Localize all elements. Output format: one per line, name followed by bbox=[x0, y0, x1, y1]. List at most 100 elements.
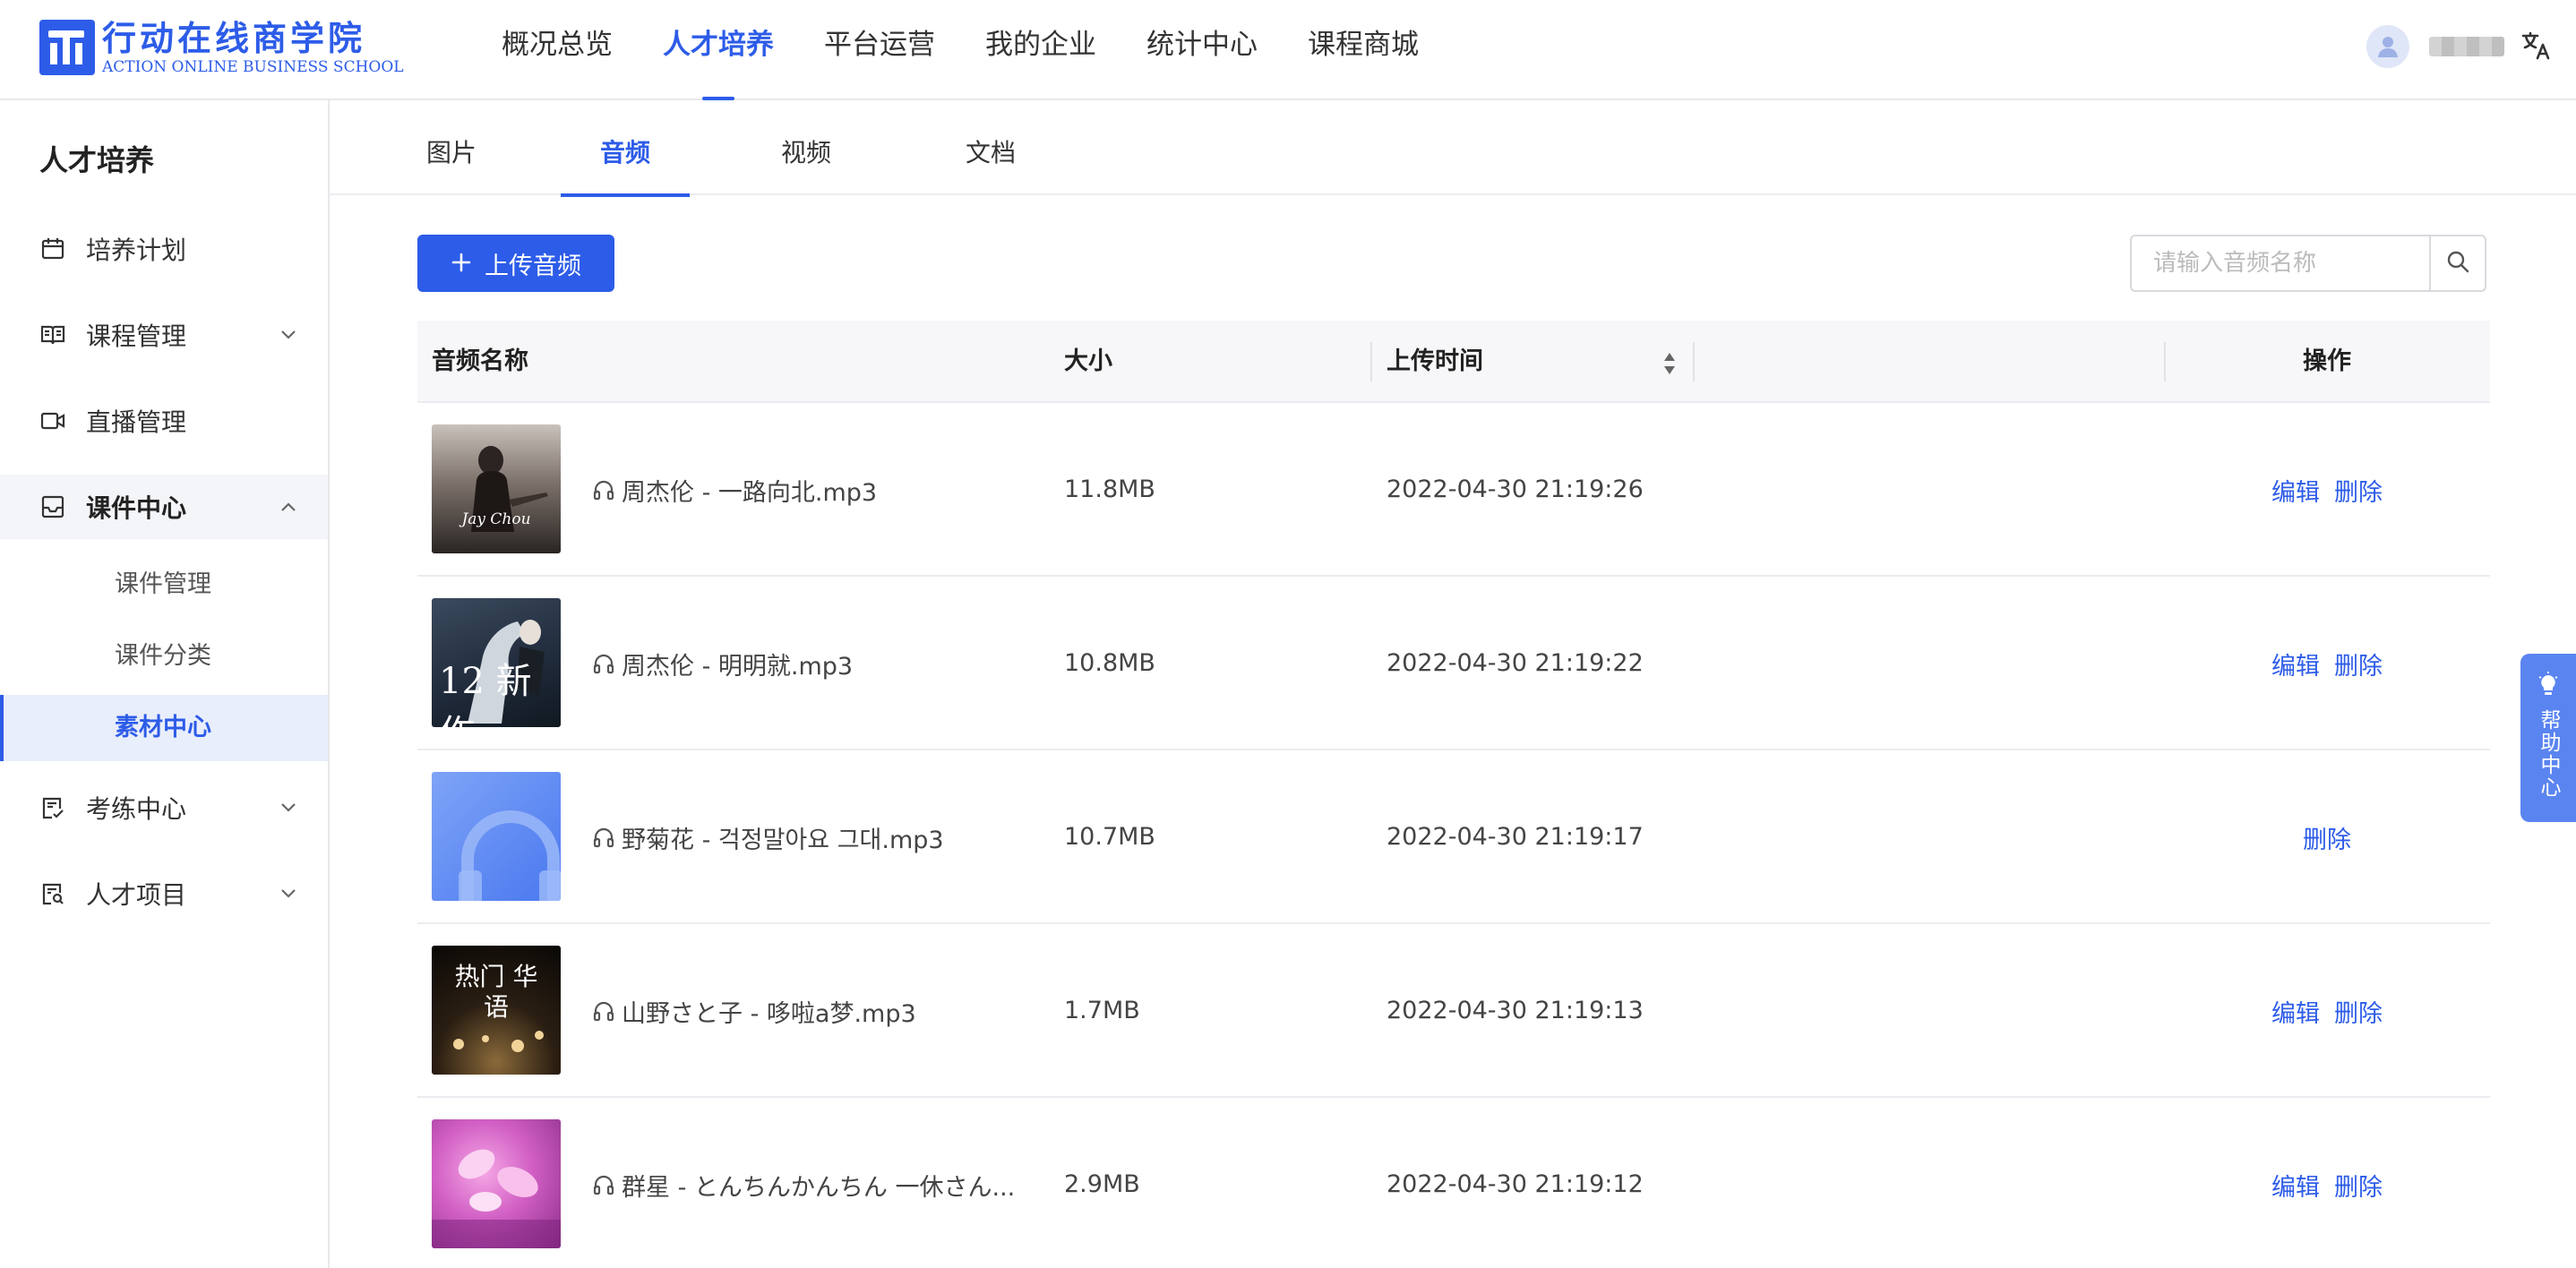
search-button[interactable] bbox=[2429, 236, 2485, 290]
brand-logo-mark-icon bbox=[39, 20, 95, 75]
sidebar-item-label: 直播管理 bbox=[86, 407, 187, 437]
table-header: 音频名称 大小 上传时间 操作 bbox=[417, 321, 2490, 403]
audio-name: 野菊花 - 걱정말아요 그대.mp3 bbox=[622, 826, 944, 854]
chevron-down-icon bbox=[276, 881, 301, 906]
sidebar-item-course-management[interactable]: 课程管理 bbox=[0, 303, 328, 367]
top-navigation-bar: 行动在线商学院 ACTION ONLINE BUSINESS SCHOOL 概况… bbox=[0, 0, 2576, 100]
translate-icon[interactable] bbox=[2520, 30, 2551, 69]
edit-button[interactable]: 编辑 bbox=[2271, 473, 2320, 508]
sidebar-subitem-courseware-category[interactable]: 课件分类 bbox=[0, 623, 328, 690]
chevron-up-icon bbox=[276, 494, 301, 519]
book-icon bbox=[39, 321, 66, 348]
plus-icon bbox=[451, 250, 472, 277]
album-cover-image: 热门 华语 bbox=[432, 946, 561, 1075]
sidebar-item-training-plan[interactable]: 培养计划 bbox=[0, 217, 328, 281]
nav-item-my-enterprise[interactable]: 我的企业 bbox=[985, 0, 1096, 100]
sidebar-item-label: 人才项目 bbox=[86, 880, 187, 910]
sidebar-subitem-courseware-management[interactable]: 课件管理 bbox=[0, 552, 328, 618]
album-cover-title: 12 新作 bbox=[439, 661, 532, 727]
brand-logo[interactable]: 行动在线商学院 ACTION ONLINE BUSINESS SCHOOL bbox=[39, 18, 404, 77]
audio-upload-time: 2022-04-30 21:19:17 bbox=[1387, 823, 1644, 851]
audio-size: 2.9MB bbox=[1064, 1170, 1140, 1198]
audio-upload-time: 2022-04-30 21:19:26 bbox=[1387, 476, 1644, 503]
tab-video[interactable]: 视频 bbox=[754, 100, 858, 195]
album-cover-image: Jay Chou bbox=[432, 424, 561, 553]
brand-name-cn: 行动在线商学院 bbox=[102, 19, 366, 58]
tab-documents[interactable]: 文档 bbox=[939, 100, 1043, 195]
main-content: 图片 音频 视频 文档 上传音频 音频名称 大小 上传时间 操作 bbox=[330, 100, 2576, 1268]
chevron-down-icon bbox=[276, 322, 301, 347]
audio-name: 群星 - とんちんかんちん 一休さん... bbox=[622, 1173, 1016, 1202]
audio-size: 1.7MB bbox=[1064, 997, 1140, 1024]
username-redacted[interactable] bbox=[2429, 37, 2504, 56]
delete-button[interactable]: 删除 bbox=[2334, 994, 2383, 1029]
audio-name: 山野さと子 - 哆啦a梦.mp3 bbox=[622, 999, 916, 1028]
headphones-icon bbox=[593, 827, 614, 848]
sidebar-item-label: 考练中心 bbox=[86, 794, 187, 824]
headphones-icon bbox=[593, 479, 614, 501]
upload-audio-button[interactable]: 上传音频 bbox=[417, 235, 614, 292]
column-header-upload-time[interactable]: 上传时间 bbox=[1387, 321, 1483, 403]
delete-button[interactable]: 删除 bbox=[2303, 820, 2351, 855]
audio-size: 10.7MB bbox=[1064, 823, 1155, 851]
sidebar-item-courseware-center[interactable]: 课件中心 bbox=[0, 475, 328, 539]
audio-upload-time: 2022-04-30 21:19:22 bbox=[1387, 649, 1644, 677]
edit-button[interactable]: 编辑 bbox=[2271, 1168, 2320, 1203]
sidebar-item-label: 课程管理 bbox=[86, 321, 187, 351]
sort-icon[interactable] bbox=[1662, 351, 1677, 376]
nav-item-statistics[interactable]: 统计中心 bbox=[1146, 0, 1258, 100]
help-center-label: 帮助中心 bbox=[2537, 709, 2560, 799]
album-cover-image bbox=[432, 1119, 561, 1248]
sidebar-item-live-management[interactable]: 直播管理 bbox=[0, 389, 328, 453]
album-cover-title: 热门 华语 bbox=[454, 962, 538, 1022]
sidebar: 人才培养 培养计划 课程管理 直播管理 课件中心 课件管理 课件分类 素材中心 bbox=[0, 100, 330, 1268]
brand-name-en: ACTION ONLINE BUSINESS SCHOOL bbox=[102, 58, 404, 76]
nav-item-overview[interactable]: 概况总览 bbox=[502, 0, 613, 100]
audio-size: 11.8MB bbox=[1064, 476, 1155, 503]
audio-upload-time: 2022-04-30 21:19:13 bbox=[1387, 997, 1644, 1024]
audio-search-input[interactable] bbox=[2132, 236, 2431, 290]
audio-name: 周杰伦 - 明明就.mp3 bbox=[622, 652, 854, 681]
default-audio-cover-image bbox=[432, 772, 561, 901]
user-avatar-icon[interactable] bbox=[2366, 25, 2409, 68]
delete-button[interactable]: 删除 bbox=[2334, 1168, 2383, 1203]
delete-button[interactable]: 删除 bbox=[2334, 647, 2383, 681]
album-cover-image: 12 新作 bbox=[432, 598, 561, 727]
inbox-icon bbox=[39, 493, 66, 520]
help-center-button[interactable]: 帮助中心 bbox=[2520, 654, 2576, 822]
column-header-size: 大小 bbox=[1064, 347, 1112, 375]
exam-icon bbox=[39, 794, 66, 821]
tab-images[interactable]: 图片 bbox=[399, 100, 503, 195]
sidebar-title: 人才培养 bbox=[39, 143, 155, 177]
column-header-operations: 操作 bbox=[2303, 347, 2351, 375]
table-row: 群星 - とんちんかんちん 一休さん... 2.9MB 2022-04-30 2… bbox=[417, 1098, 2490, 1268]
project-icon bbox=[39, 880, 66, 907]
audio-size: 10.8MB bbox=[1064, 649, 1155, 677]
nav-item-platform-operations[interactable]: 平台运营 bbox=[824, 0, 935, 100]
edit-button[interactable]: 编辑 bbox=[2271, 994, 2320, 1029]
edit-button[interactable]: 编辑 bbox=[2271, 647, 2320, 681]
headphones-icon bbox=[593, 1174, 614, 1195]
user-menu[interactable] bbox=[2366, 25, 2550, 68]
sidebar-subitem-material-center[interactable]: 素材中心 bbox=[0, 695, 328, 761]
nav-item-course-mall[interactable]: 课程商城 bbox=[1308, 0, 1419, 100]
audio-table: 音频名称 大小 上传时间 操作 Jay Chou 周杰伦 - 一路向北.mp3 … bbox=[417, 321, 2490, 1268]
main-nav: 概况总览 人才培养 平台运营 我的企业 统计中心 课程商城 bbox=[502, 0, 1469, 100]
table-row: Jay Chou 周杰伦 - 一路向北.mp3 11.8MB 2022-04-3… bbox=[417, 403, 2490, 577]
table-row: 12 新作 周杰伦 - 明明就.mp3 10.8MB 2022-04-30 21… bbox=[417, 577, 2490, 750]
table-row: 热门 华语 山野さと子 - 哆啦a梦.mp3 1.7MB 2022-04-30 … bbox=[417, 924, 2490, 1098]
calendar-icon bbox=[39, 236, 66, 262]
sidebar-item-exam-center[interactable]: 考练中心 bbox=[0, 775, 328, 840]
audio-search-box bbox=[2130, 235, 2486, 292]
table-row: 野菊花 - 걱정말아요 그대.mp3 10.7MB 2022-04-30 21:… bbox=[417, 750, 2490, 924]
sidebar-item-label: 培养计划 bbox=[86, 236, 187, 265]
lightbulb-icon bbox=[2537, 672, 2559, 700]
sidebar-item-talent-project[interactable]: 人才项目 bbox=[0, 861, 328, 926]
audio-upload-time: 2022-04-30 21:19:12 bbox=[1387, 1170, 1644, 1198]
audio-name: 周杰伦 - 一路向北.mp3 bbox=[622, 478, 878, 507]
material-type-tabs: 图片 音频 视频 文档 bbox=[330, 100, 2576, 197]
tab-audio[interactable]: 音频 bbox=[561, 100, 690, 197]
sidebar-item-label: 课件中心 bbox=[86, 493, 187, 523]
delete-button[interactable]: 删除 bbox=[2334, 473, 2383, 508]
nav-item-talent-training[interactable]: 人才培养 bbox=[663, 0, 774, 100]
